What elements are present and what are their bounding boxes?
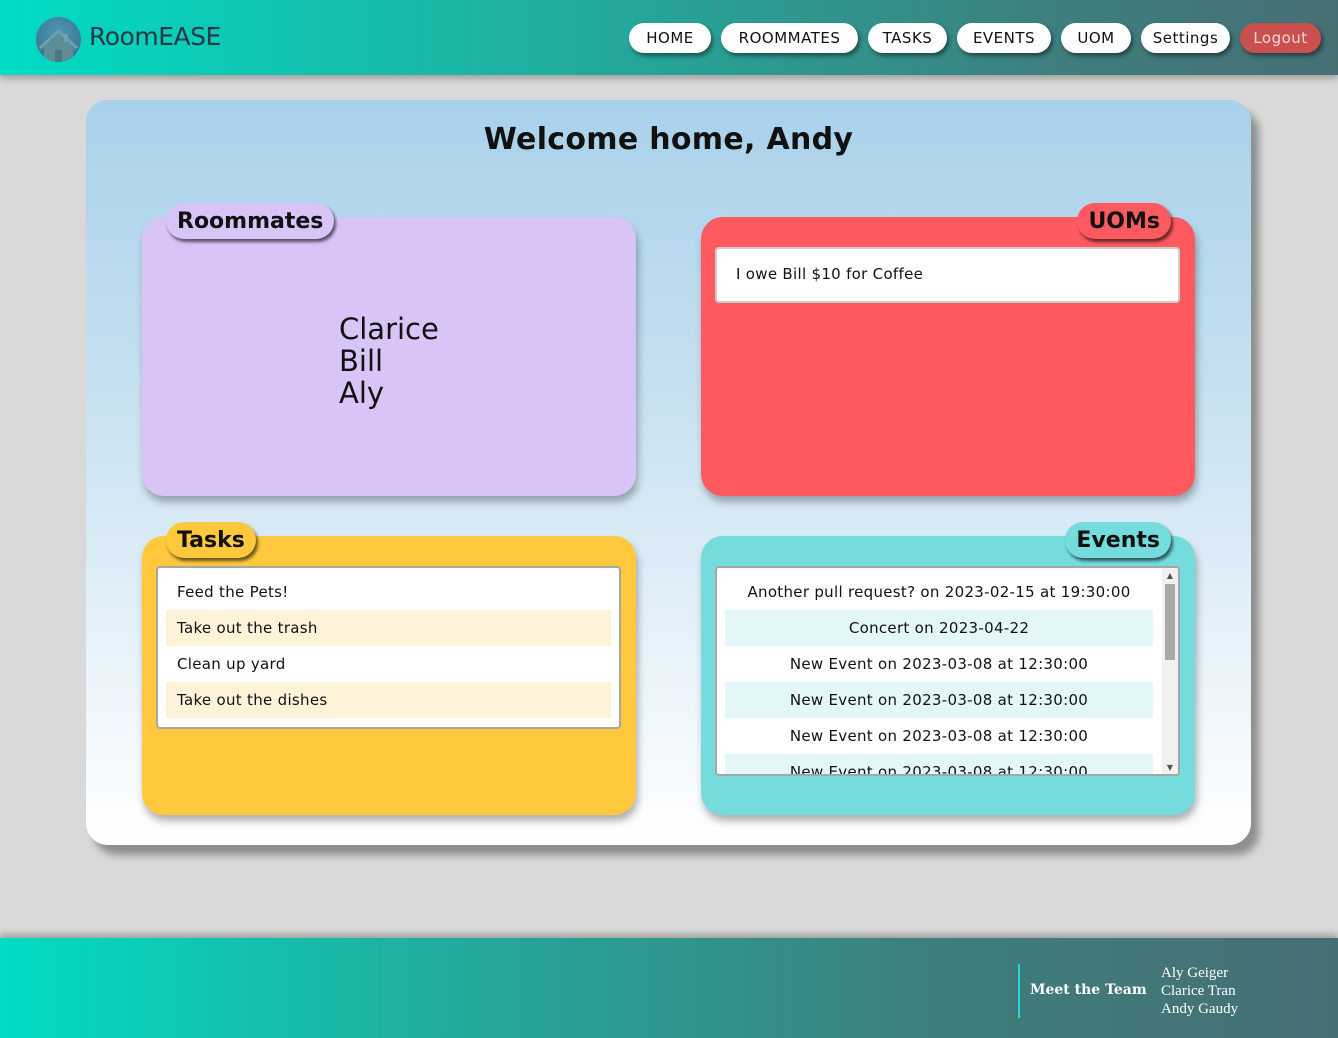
roommate-name: Clarice xyxy=(339,312,439,346)
roommate-name: Aly xyxy=(339,376,385,410)
scroll-thumb[interactable] xyxy=(1165,584,1175,660)
footer: Meet the Team Aly Geiger Clarice Tran An… xyxy=(0,938,1338,1038)
logout-button[interactable]: Logout xyxy=(1240,23,1321,53)
roommates-title[interactable]: Roommates xyxy=(166,203,335,239)
uom-item[interactable]: I owe Bill $10 for Coffee xyxy=(736,265,923,283)
nav-settings-button[interactable]: Settings xyxy=(1141,23,1230,53)
task-item[interactable]: Feed the Pets! xyxy=(166,574,611,610)
nav-roommates-button[interactable]: ROOMMATES xyxy=(721,23,858,53)
event-item[interactable]: Concert on 2023-04-22 xyxy=(725,610,1153,646)
uoms-panel: UOMs I owe Bill $10 for Coffee xyxy=(701,203,1195,496)
top-header: RoomEASE HOME ROOMMATES TASKS EVENTS UOM… xyxy=(0,0,1338,75)
nav-events-button[interactable]: EVENTS xyxy=(957,23,1051,53)
roommates-list: Clarice Bill Aly xyxy=(339,313,439,409)
footer-divider xyxy=(1018,964,1020,1018)
nav-uom-button[interactable]: UOM xyxy=(1061,23,1131,53)
event-item[interactable]: New Event on 2023-03-08 at 12:30:00 xyxy=(725,646,1153,682)
nav-tasks-button[interactable]: TASKS xyxy=(868,23,947,53)
team-list: Aly Geiger Clarice Tran Andy Gaudy xyxy=(1161,964,1238,1018)
event-item[interactable]: New Event on 2023-03-08 at 12:30:00 xyxy=(725,682,1153,718)
tasks-title[interactable]: Tasks xyxy=(166,522,256,558)
team-member: Andy Gaudy xyxy=(1161,1001,1239,1017)
tasks-list: Feed the Pets! Take out the trash Clean … xyxy=(156,566,621,729)
events-scrollbar[interactable]: ▲ ▼ xyxy=(1162,568,1178,774)
events-list[interactable]: Another pull request? on 2023-02-15 at 1… xyxy=(715,566,1180,776)
tasks-panel: Tasks Feed the Pets! Take out the trash … xyxy=(142,522,636,815)
meet-the-team-label: Meet the Team xyxy=(1030,982,1147,998)
welcome-heading: Welcome home, Andy xyxy=(483,122,854,157)
task-item[interactable]: Clean up yard xyxy=(166,646,611,682)
main-nav: HOME ROOMMATES TASKS EVENTS UOM Settings… xyxy=(0,23,1338,53)
event-item[interactable]: New Event on 2023-03-08 at 12:30:00 xyxy=(725,718,1153,754)
roommate-name: Bill xyxy=(339,344,384,378)
task-item[interactable]: Take out the trash xyxy=(166,610,611,646)
dashboard-card: Welcome home, Andy Roommates Clarice Bil… xyxy=(86,100,1251,845)
events-title[interactable]: Events xyxy=(1065,522,1171,558)
roommates-panel: Roommates Clarice Bill Aly xyxy=(142,203,636,496)
scroll-down-arrow-icon[interactable]: ▼ xyxy=(1162,760,1178,774)
scroll-up-arrow-icon[interactable]: ▲ xyxy=(1162,568,1178,582)
nav-home-button[interactable]: HOME xyxy=(629,23,711,53)
team-member: Clarice Tran xyxy=(1161,983,1236,999)
uoms-list: I owe Bill $10 for Coffee xyxy=(715,247,1180,303)
uoms-title[interactable]: UOMs xyxy=(1077,203,1171,239)
events-panel: Events Another pull request? on 2023-02-… xyxy=(701,522,1195,815)
event-item[interactable]: New Event on 2023-03-08 at 12:30:00 xyxy=(725,754,1153,774)
event-item[interactable]: Another pull request? on 2023-02-15 at 1… xyxy=(725,574,1153,610)
team-member: Aly Geiger xyxy=(1161,965,1229,981)
task-item[interactable]: Take out the dishes xyxy=(166,682,611,718)
